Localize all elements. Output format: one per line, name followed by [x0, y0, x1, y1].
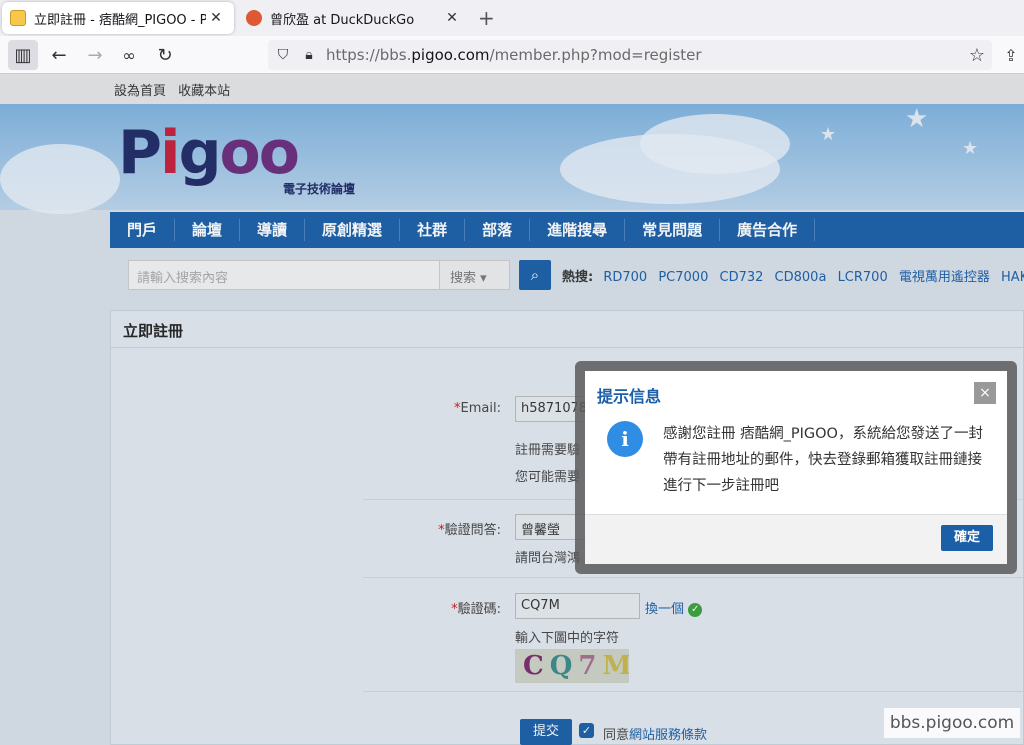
url-text[interactable]: https://bbs.pigoo.com/member.php?mod=reg…: [326, 46, 702, 64]
site-watermark: bbs.pigoo.com: [884, 708, 1020, 738]
browser-tab-bar: 立即註冊 - 痞酷網_PIGOO - Po ✕ 曾欣盈 at DuckDuckG…: [0, 0, 1024, 36]
close-icon[interactable]: ×: [974, 382, 996, 404]
browser-toolbar: ▥ ← → ∞ ↻ ⛉ 🔒︎ https://bbs.pigoo.com/mem…: [0, 36, 1024, 74]
close-tab-icon[interactable]: ✕: [206, 10, 226, 26]
address-bar[interactable]: ⛉ 🔒︎ https://bbs.pigoo.com/member.php?mo…: [268, 40, 992, 70]
duckduckgo-favicon-icon: [246, 10, 262, 26]
tab-title: 曾欣盈 at DuckDuckGo: [270, 12, 415, 28]
close-tab-icon[interactable]: ✕: [442, 10, 462, 26]
new-tab-button[interactable]: +: [478, 6, 495, 30]
bookmark-star-icon[interactable]: ☆: [962, 40, 992, 70]
private-mask-icon[interactable]: ∞: [114, 40, 144, 70]
tab-title: 立即註冊 - 痞酷網_PIGOO - Po: [34, 12, 206, 28]
tab-register[interactable]: 立即註冊 - 痞酷網_PIGOO - Po ✕: [2, 2, 234, 34]
reload-icon[interactable]: ↻: [150, 40, 180, 70]
info-icon: i: [607, 421, 643, 457]
confirm-button[interactable]: 確定: [941, 525, 993, 551]
shield-icon[interactable]: ⛉: [272, 47, 294, 63]
lock-icon[interactable]: 🔒︎: [298, 47, 320, 63]
dialog-title: 提示信息: [597, 387, 662, 406]
back-arrow-icon[interactable]: ←: [44, 40, 74, 70]
sidebar-toggle-icon[interactable]: ▥: [8, 40, 38, 70]
tab-duckduckgo[interactable]: 曾欣盈 at DuckDuckGo ✕: [238, 2, 470, 34]
dialog-footer: 確定: [585, 514, 1007, 564]
dialog-message: 感謝您註冊 痞酷網_PIGOO，系統給您發送了一封帶有註冊地址的郵件，快去登錄郵…: [663, 426, 983, 494]
notice-dialog: 提示信息 × i 感謝您註冊 痞酷網_PIGOO，系統給您發送了一封帶有註冊地址…: [585, 371, 1007, 564]
page-favicon-icon: [10, 10, 26, 26]
share-icon[interactable]: ⇪: [996, 40, 1024, 70]
forward-arrow-icon[interactable]: →: [80, 40, 110, 70]
